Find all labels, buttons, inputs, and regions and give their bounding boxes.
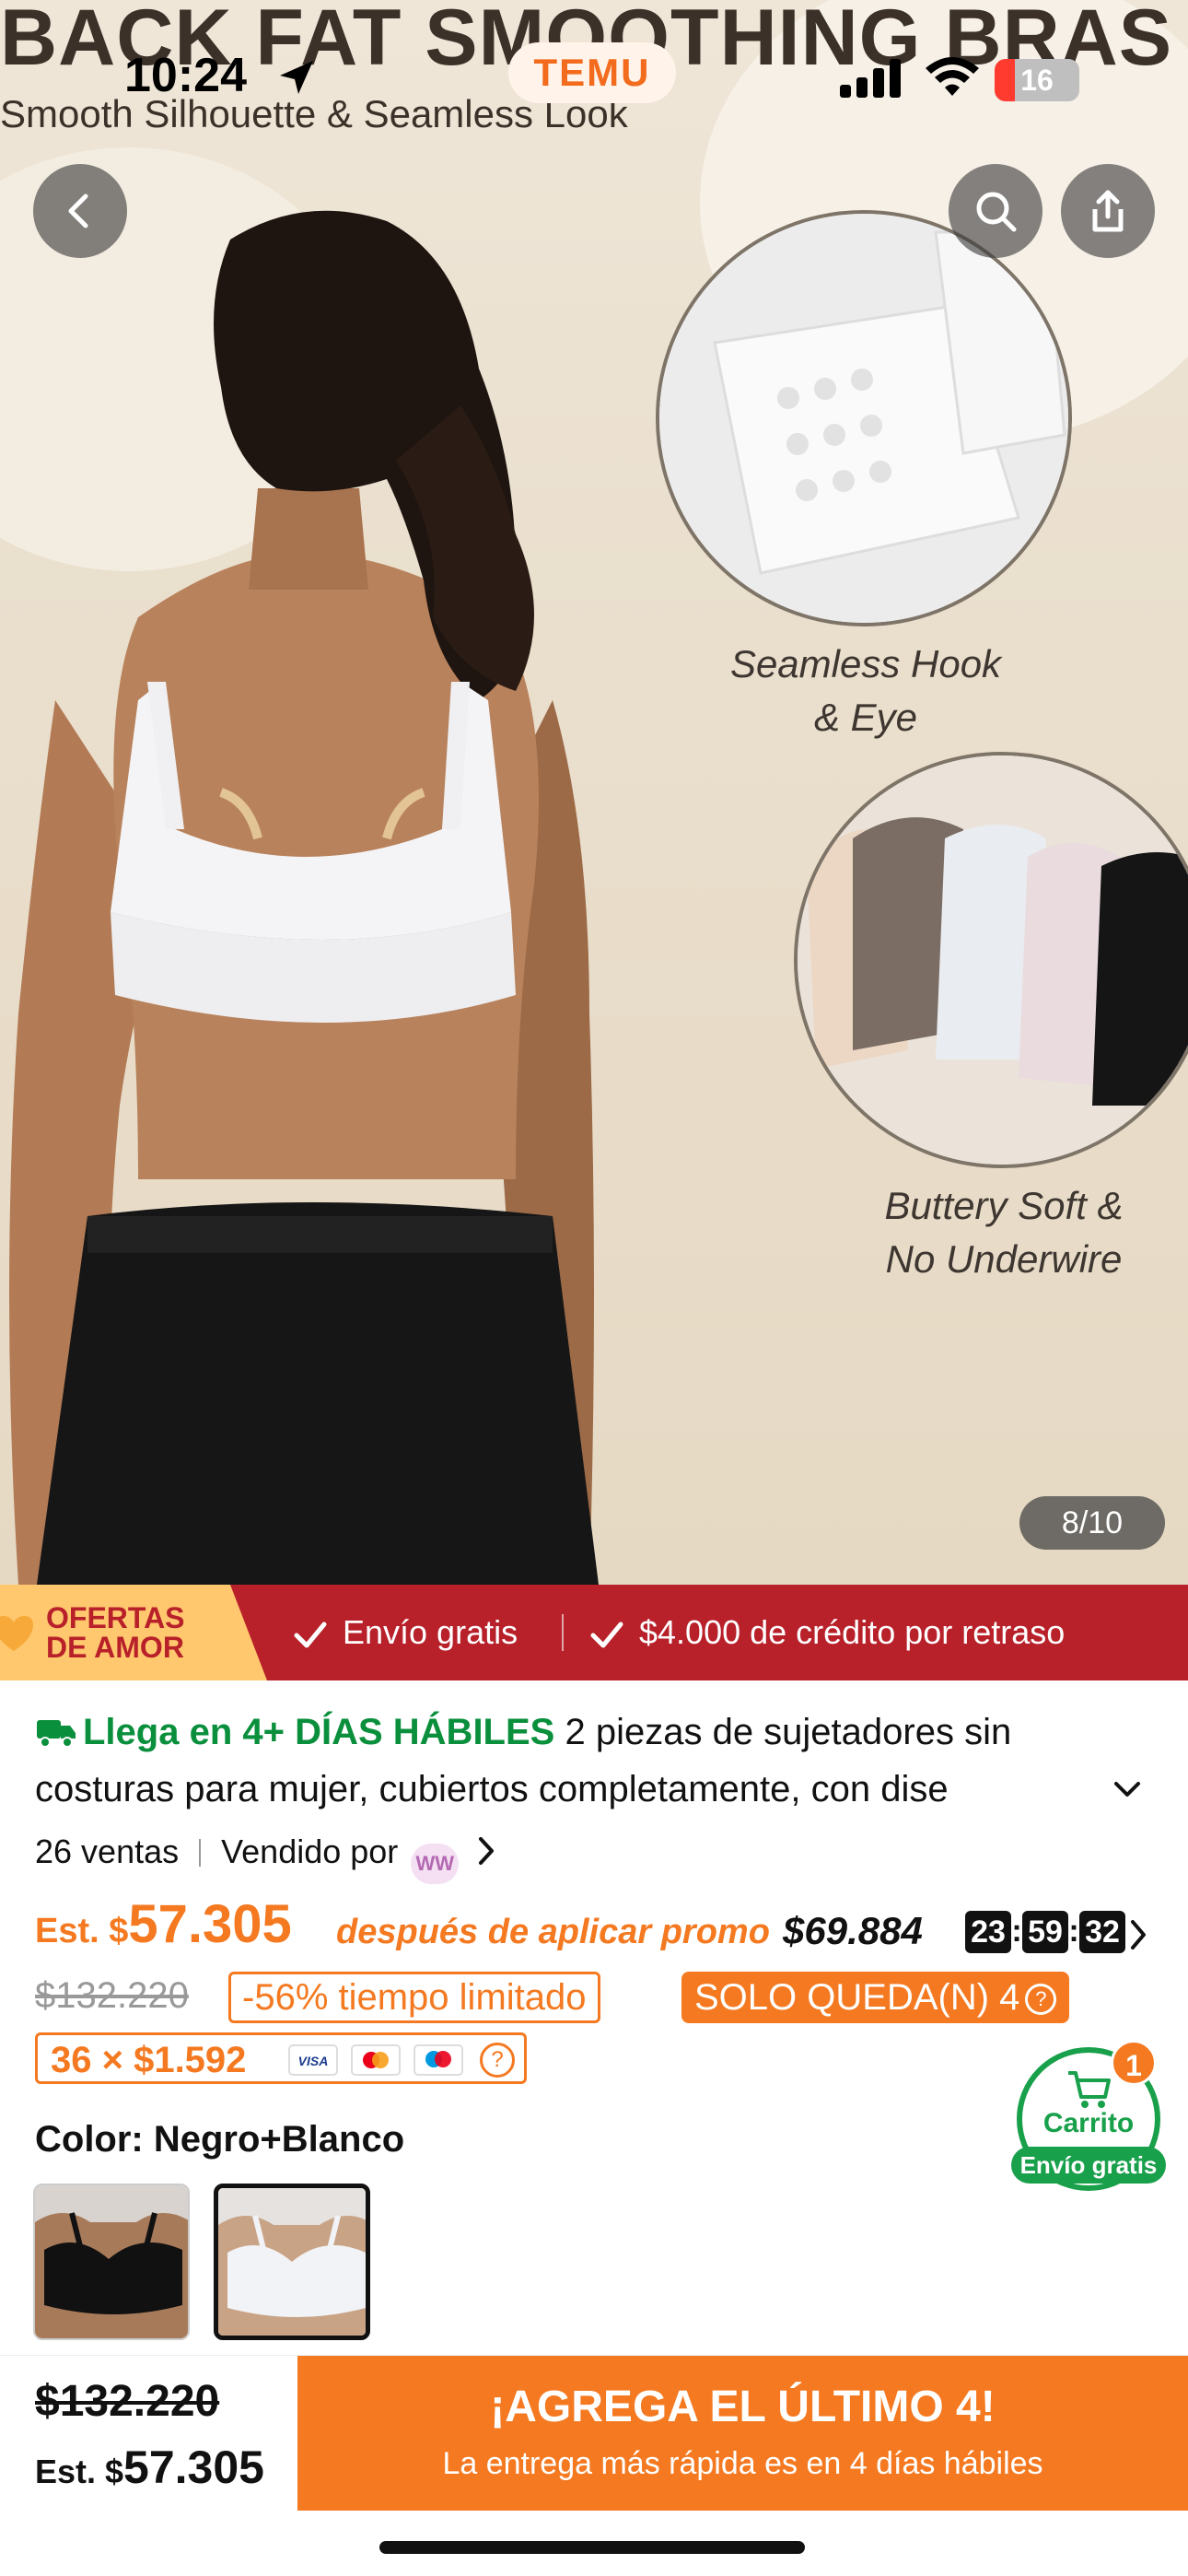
chevron-down-icon[interactable] (1109, 1771, 1146, 1808)
cta-main-label: ¡AGREGA EL ÚLTIMO 4! (490, 2383, 996, 2431)
original-price: $69.884 (783, 1909, 923, 1952)
bottom-est-price: Est. $57.305 (35, 2441, 264, 2494)
cart-count-badge: 1 (1111, 2040, 1157, 2086)
location-arrow-icon (280, 61, 313, 94)
back-button[interactable] (33, 164, 127, 258)
bottom-est-label: Est. $ (35, 2453, 124, 2490)
callout-fabric-line1: Buttery Soft & (884, 1184, 1124, 1227)
model-back-image (9, 210, 599, 1585)
promo-tag-line2: DE AMOR (46, 1631, 184, 1664)
cart-button[interactable]: Carrito Envío gratis 1 (1011, 2040, 1166, 2193)
visa-icon: VISA (288, 2044, 338, 2076)
truck-icon (37, 1720, 76, 1748)
promo-strip[interactable]: OFERTAS DE AMOR Envío gratis $4.000 de c… (0, 1585, 1188, 1680)
sales-count: 26 ventas (35, 1832, 180, 1870)
search-button[interactable] (949, 164, 1042, 258)
home-indicator[interactable] (379, 2541, 805, 2554)
promo-tag: OFERTAS DE AMOR (0, 1585, 267, 1680)
mastercard-icon (351, 2044, 401, 2076)
timer-colon: : (1011, 1914, 1022, 1949)
timer-minutes: 59 (1022, 1911, 1068, 1953)
callout-fabric-line2: No Underwire (885, 1237, 1123, 1281)
bottom-est-value: 57.305 (123, 2441, 264, 2493)
maestro-icon (413, 2044, 463, 2076)
cta-sub-label: La entrega más rápida es en 4 días hábil… (442, 2446, 1043, 2481)
callout-fabric: Buttery Soft & No Underwire (820, 1179, 1188, 1286)
heart-icon (0, 1616, 33, 1651)
seller-row[interactable]: 26 ventas Vendido por WW (35, 1829, 499, 1884)
seller-logo: WW (411, 1844, 460, 1884)
stock-badge[interactable]: SOLO QUEDA(N) 4? (681, 1972, 1070, 2023)
chevron-right-icon[interactable] (1125, 1916, 1153, 1953)
battery-level: 16 (1020, 64, 1054, 97)
promo-tag-text: OFERTAS DE AMOR (46, 1603, 185, 1662)
question-icon: ? (1025, 1984, 1057, 2015)
timer-seconds: 32 (1079, 1911, 1125, 1953)
image-counter: 8/10 (1019, 1496, 1165, 1550)
search-icon (976, 192, 1017, 232)
color-swatch-white[interactable] (214, 2184, 370, 2340)
battery-indicator: 16 (995, 59, 1079, 101)
timer-colon: : (1068, 1914, 1079, 1949)
cart-free-shipping: Envío gratis (1011, 2147, 1166, 2184)
list-price: $132.220 (35, 1975, 189, 2016)
product-title-part1: 2 piezas de sujetadores sin (565, 1712, 1012, 1752)
cart-label: Carrito (1042, 2108, 1135, 2138)
check-icon (590, 1622, 623, 1648)
arrival-estimate: Llega en 4+ DÍAS HÁBILES (83, 1712, 555, 1752)
add-to-cart-button[interactable]: ¡AGREGA EL ÚLTIMO 4! La entrega más rápi… (297, 2356, 1188, 2511)
promo-free-shipping-label: Envío gratis (343, 1613, 518, 1651)
wifi-icon (926, 57, 979, 96)
chevron-left-icon (68, 193, 88, 228)
fabric-detail-image (794, 752, 1188, 1168)
color-swatch-black[interactable] (33, 2184, 190, 2340)
promo-delay-credit-label: $4.000 de crédito por retraso (639, 1613, 1066, 1651)
hook-eye-detail-image (656, 210, 1072, 626)
after-promo-text: después de aplicar promo (336, 1913, 769, 1951)
share-button[interactable] (1061, 164, 1155, 258)
sold-by-label: Vendido por (221, 1832, 399, 1870)
check-icon (294, 1622, 327, 1648)
cellular-signal-icon (840, 59, 901, 98)
svg-text:VISA: VISA (298, 2054, 329, 2068)
bottom-list-price: $132.220 (35, 2377, 220, 2426)
callout-hook-eye-line2: & Eye (813, 696, 918, 739)
price-row: Est. $57.305 (35, 1893, 292, 1967)
bottom-purchase-bar: $132.220 Est. $57.305 ¡AGREGA EL ÚLTIMO … (0, 2355, 1188, 2512)
est-price-value: 57.305 (128, 1894, 292, 1954)
color-label: Color: Negro+Blanco (35, 2119, 405, 2160)
callout-hook-eye-line1: Seamless Hook (729, 642, 1002, 685)
callout-hook-eye: Seamless Hook & Eye (663, 638, 1068, 744)
timer-hours: 23 (965, 1911, 1011, 1953)
installment-label: 36 × $1.592 (51, 2040, 247, 2080)
promo-delay-credit: $4.000 de crédito por retraso (589, 1585, 1065, 1680)
divider (199, 1839, 202, 1867)
installment-plan[interactable]: 36 × $1.592 VISA ? (35, 2032, 527, 2084)
status-time: 10:24 (124, 49, 247, 102)
stock-label: SOLO QUEDA(N) 4 (694, 1977, 1020, 2018)
app-pill: TEMU (508, 42, 676, 103)
promo-divider (562, 1614, 564, 1651)
promo-free-shipping: Envío gratis (293, 1585, 518, 1680)
chevron-right-icon (479, 1837, 495, 1865)
est-price-label: Est. $ (35, 1912, 129, 1950)
product-title[interactable]: Llega en 4+ DÍAS HÁBILES 2 piezas de suj… (35, 1704, 1122, 1760)
question-icon[interactable]: ? (480, 2043, 515, 2078)
product-title-line2: costuras para mujer, cubiertos completam… (35, 1769, 949, 1809)
share-icon (1092, 190, 1124, 232)
promo-tag-line1: OFERTAS (46, 1601, 185, 1634)
cart-icon (1068, 2071, 1111, 2108)
discount-badge: -56% tiempo limitado (228, 1972, 600, 2023)
